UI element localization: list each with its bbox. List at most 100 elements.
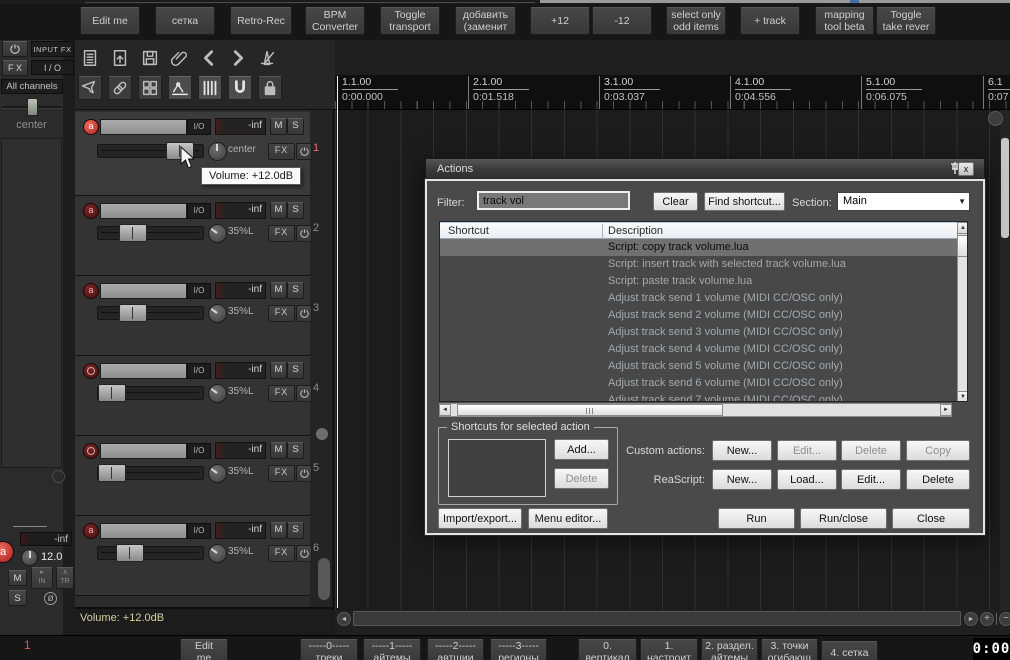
- mute-button[interactable]: M: [270, 282, 287, 299]
- fx-bypass-button[interactable]: [296, 305, 312, 322]
- solo-button[interactable]: S: [287, 362, 304, 379]
- record-arm-button[interactable]: [83, 363, 99, 379]
- volume-fader[interactable]: [97, 224, 204, 242]
- snap-button[interactable]: [228, 76, 252, 100]
- bottom-button-1-nastroit[interactable]: 1. настроит: [640, 639, 698, 660]
- record-arm-button[interactable]: [83, 443, 99, 459]
- volume-fader[interactable]: [97, 464, 204, 482]
- track-name-field[interactable]: [100, 443, 187, 459]
- track-volume-value[interactable]: -inf: [215, 118, 266, 135]
- fx-button[interactable]: FX: [268, 225, 295, 242]
- track-io-button[interactable]: I/O: [187, 443, 211, 459]
- track-name-field[interactable]: [100, 363, 187, 379]
- track-io-button[interactable]: I/O: [187, 119, 211, 135]
- toolbar-button-edit-me[interactable]: Edit me: [80, 7, 140, 35]
- fx-button[interactable]: FX: [268, 385, 295, 402]
- action-row[interactable]: Adjust track send 6 volume (MIDI CC/OSC …: [440, 375, 957, 392]
- master-io-button[interactable]: I / O: [31, 60, 74, 75]
- column-description[interactable]: Description: [608, 225, 663, 237]
- action-row[interactable]: Adjust track send 5 volume (MIDI CC/OSC …: [440, 358, 957, 375]
- fx-bypass-button[interactable]: [296, 143, 312, 160]
- fx-button[interactable]: FX: [268, 305, 295, 322]
- solo-button[interactable]: S: [287, 442, 304, 459]
- reascript-delete-button[interactable]: Delete: [906, 469, 970, 490]
- toolbar-button-setka[interactable]: сетка: [155, 7, 215, 35]
- toolbar-button-plus12[interactable]: +12: [530, 7, 590, 35]
- import-export-button[interactable]: Import/export...: [438, 508, 522, 529]
- column-shortcut[interactable]: Shortcut: [448, 225, 489, 237]
- undo-button[interactable]: [197, 46, 221, 70]
- metronome-button[interactable]: [255, 46, 279, 70]
- bottom-button-2-razdel[interactable]: 2. раздел. айтемы: [701, 639, 758, 660]
- grid-button[interactable]: [198, 76, 222, 100]
- record-arm-button[interactable]: a: [83, 119, 99, 135]
- save-project-button[interactable]: [138, 46, 162, 70]
- track-io-button[interactable]: I/O: [187, 363, 211, 379]
- track-panel-4[interactable]: I/O -inf M S 35%L FX: [75, 356, 312, 436]
- scroll-top-button[interactable]: [988, 111, 1003, 126]
- envelope-points-button[interactable]: [168, 76, 192, 100]
- volume-fader[interactable]: [97, 544, 204, 562]
- solo-button[interactable]: S: [287, 522, 304, 539]
- fx-bypass-button[interactable]: [296, 385, 312, 402]
- scroll-right-button[interactable]: ►: [964, 612, 978, 626]
- reascript-load-button[interactable]: Load...: [777, 469, 837, 490]
- fader-thumb[interactable]: [119, 304, 147, 322]
- volume-fader[interactable]: [97, 384, 204, 402]
- action-list[interactable]: Shortcut Description Script: copy track …: [439, 221, 968, 402]
- scroll-left-button[interactable]: ◄: [439, 404, 451, 416]
- fx-button[interactable]: FX: [268, 465, 295, 482]
- tcp-strip-scroll-thumb[interactable]: [318, 558, 330, 600]
- action-row[interactable]: Adjust track send 4 volume (MIDI CC/OSC …: [440, 341, 957, 358]
- list-vscroll-thumb[interactable]: [957, 235, 967, 257]
- new-project-button[interactable]: [78, 46, 102, 70]
- edit-cursor[interactable]: [337, 76, 338, 608]
- mixer-phase-button[interactable]: ø: [44, 592, 57, 605]
- bottom-button-edit-me[interactable]: Edit me: [180, 639, 228, 660]
- add-shortcut-button[interactable]: Add...: [554, 439, 609, 460]
- action-row[interactable]: Adjust track send 7 volume (MIDI CC/OSC …: [440, 392, 957, 401]
- attach-button[interactable]: [168, 46, 192, 70]
- clear-button[interactable]: Clear: [653, 192, 698, 211]
- toolbar-button-dobavit[interactable]: добавить (заменит: [455, 7, 516, 35]
- action-row[interactable]: Script: paste track volume.lua: [440, 273, 957, 290]
- toolbar-button-select-odd[interactable]: select only odd items: [666, 7, 726, 35]
- input-fx-power-button[interactable]: [2, 41, 28, 57]
- record-arm-button[interactable]: a: [83, 203, 99, 219]
- action-row[interactable]: Adjust track send 2 volume (MIDI CC/OSC …: [440, 307, 957, 324]
- redo-button[interactable]: [226, 46, 250, 70]
- pan-knob[interactable]: [208, 304, 227, 323]
- reascript-new-button[interactable]: New...: [712, 469, 772, 490]
- dialog-titlebar[interactable]: Actions: [425, 158, 985, 179]
- toolbar-button-bpm-converter[interactable]: BPM Converter: [305, 7, 365, 35]
- find-shortcut-button[interactable]: Find shortcut...: [704, 192, 785, 211]
- action-row[interactable]: Adjust track send 3 volume (MIDI CC/OSC …: [440, 324, 957, 341]
- fader-thumb[interactable]: [98, 384, 126, 402]
- track-panel-3[interactable]: a I/O -inf M S 35%L FX: [75, 276, 312, 356]
- filter-input[interactable]: [477, 191, 630, 210]
- track-panel-2[interactable]: a I/O -inf M S 35%L FX: [75, 196, 312, 276]
- custom-delete-button[interactable]: Delete: [841, 440, 901, 461]
- fader-thumb[interactable]: [98, 464, 126, 482]
- mixer-pan-knob[interactable]: [21, 549, 38, 566]
- track-name-field[interactable]: [100, 203, 187, 219]
- fx-button[interactable]: FX: [268, 143, 295, 160]
- bottom-button-0-vertikal[interactable]: 0. вертикал: [578, 639, 637, 660]
- mute-button[interactable]: M: [270, 202, 287, 219]
- lock-button[interactable]: [258, 76, 282, 100]
- zoom-in-button[interactable]: +: [980, 612, 994, 626]
- record-arm-button[interactable]: a: [83, 283, 99, 299]
- pan-knob[interactable]: [208, 142, 227, 161]
- fx-bypass-button[interactable]: [296, 225, 312, 242]
- track-name-field[interactable]: [100, 119, 187, 135]
- record-arm-button[interactable]: a: [83, 523, 99, 539]
- run-close-button[interactable]: Run/close: [800, 508, 887, 529]
- mixer-mute-button[interactable]: M: [8, 570, 27, 586]
- arrange-vscroll-thumb[interactable]: [1001, 138, 1009, 238]
- scroll-down-button[interactable]: ▼: [957, 391, 967, 401]
- mixer-fader-line[interactable]: [13, 526, 47, 527]
- shortcut-listbox[interactable]: [448, 439, 546, 497]
- pan-knob[interactable]: [208, 464, 227, 483]
- track-panel-6[interactable]: a I/O -inf M S 35%L FX: [75, 516, 312, 596]
- pan-knob[interactable]: [208, 224, 227, 243]
